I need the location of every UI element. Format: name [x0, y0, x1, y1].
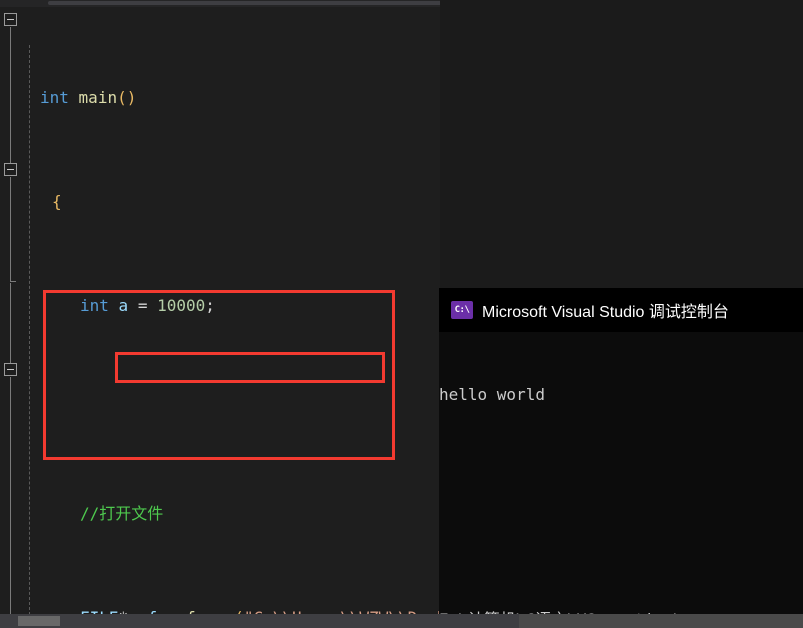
fold-guide-line-main: [10, 27, 11, 163]
debug-console-window[interactable]: C:\ Microsoft Visual Studio 调试控制台 hello …: [439, 288, 803, 628]
editor-right-empty-area: [440, 0, 803, 288]
fold-guide-end-if: [10, 281, 16, 282]
fold-collapse-icon-while[interactable]: [4, 363, 17, 376]
console-icon-glyph: C:\: [454, 304, 470, 315]
console-line-1: hello world: [439, 385, 545, 404]
token-brace-open-main: {: [52, 192, 62, 211]
editor-top-scroll-thumb[interactable]: [48, 1, 440, 5]
code-line-3: int a = 10000;: [40, 293, 440, 319]
editor-gutter[interactable]: [0, 7, 40, 628]
comment-open-file: //打开文件: [80, 504, 164, 523]
console-output[interactable]: hello world E:\计算机\C语言\VSpractice\my- 要在…: [439, 332, 803, 628]
editor-top-strip: [0, 0, 440, 7]
code-line-5: //打开文件: [40, 501, 440, 527]
horizontal-scrollbar-track-right[interactable]: [519, 614, 803, 628]
code-text-area[interactable]: int main() { int a = 10000; //打开文件 FILE*…: [40, 7, 440, 628]
console-line-2-blank: [439, 457, 803, 482]
indent-guide-dashed: [29, 45, 30, 615]
fold-collapse-icon-main[interactable]: [4, 13, 17, 26]
fold-guide-line-if: [10, 177, 11, 281]
console-title-text: Microsoft Visual Studio 调试控制台: [482, 304, 729, 321]
horizontal-scrollbar[interactable]: [0, 614, 803, 628]
console-title-bar: C:\ Microsoft Visual Studio 调试控制台: [439, 288, 803, 332]
code-editor[interactable]: int main() { int a = 10000; //打开文件 FILE*…: [0, 0, 440, 628]
token-paren-open: (: [117, 88, 127, 107]
fold-guide-line-mid: [10, 283, 11, 363]
token-main: main: [78, 88, 118, 107]
fold-collapse-icon-if[interactable]: [4, 163, 17, 176]
token-assign-a: =: [137, 296, 148, 315]
token-paren-close: ): [126, 88, 137, 107]
token-int: int: [40, 88, 69, 107]
console-line-3-blank: [439, 532, 803, 557]
token-int-a: int: [80, 296, 109, 315]
token-semi-a: ;: [205, 296, 215, 315]
horizontal-scrollbar-thumb[interactable]: [18, 616, 60, 626]
code-line-1: int main(): [40, 85, 440, 111]
code-line-2: {: [40, 189, 440, 215]
token-10000: 10000: [157, 296, 206, 315]
console-cmd-icon: C:\: [451, 301, 473, 319]
fold-guide-line-while: [10, 377, 11, 617]
token-a: a: [118, 296, 129, 315]
code-line-4-blank: [40, 397, 440, 423]
